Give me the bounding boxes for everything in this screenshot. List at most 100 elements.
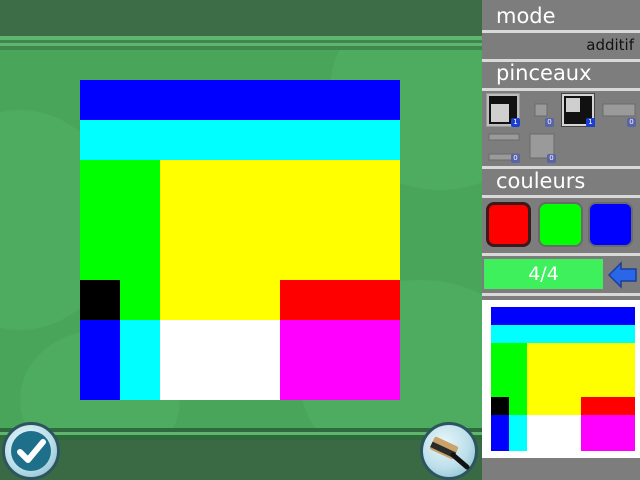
grid-cell-blue <box>80 320 120 360</box>
grid-cell-yellow <box>200 160 240 200</box>
grid-cell-yellow <box>280 160 320 200</box>
brush-count-badge: 1 <box>586 118 595 127</box>
grid-cell-cyan <box>509 415 527 433</box>
grid-cell-cyan <box>563 325 581 343</box>
grid-cell-cyan <box>509 325 527 343</box>
grid-cell-white <box>527 433 545 451</box>
moves-counter: 4/4 <box>484 259 603 289</box>
grid-cell-green <box>120 160 160 200</box>
grid-cell-blue <box>599 307 617 325</box>
mode-title: mode <box>496 4 556 28</box>
grid-cell-black <box>80 280 120 320</box>
top-band <box>0 0 482 36</box>
grid-cell-yellow <box>581 361 599 397</box>
divider <box>482 253 640 256</box>
grid-cell-blue <box>581 307 599 325</box>
grid-cell-white <box>527 415 545 433</box>
grid-cell-blue <box>80 360 120 400</box>
brush-tool-button[interactable] <box>420 422 478 480</box>
mode-value[interactable]: additif <box>586 36 634 54</box>
grid-cell-magenta <box>617 415 635 433</box>
grid-cell-yellow <box>527 397 545 415</box>
bottom-band <box>0 440 482 480</box>
grid-cell-blue <box>320 80 360 120</box>
grid-cell-yellow <box>240 200 280 280</box>
grid-cell-yellow <box>320 200 360 280</box>
grid-cell-blue <box>200 80 240 120</box>
grid-cell-green <box>491 361 509 397</box>
grid-cell-yellow <box>545 343 563 361</box>
grid-cell-yellow <box>563 343 581 361</box>
bottom-stripe <box>0 428 482 440</box>
grid-cell-cyan <box>599 325 617 343</box>
paintbrush-icon <box>429 436 470 470</box>
grid-cell-magenta <box>581 415 599 433</box>
grid-cell-yellow <box>617 361 635 397</box>
back-arrow-icon <box>607 261 637 289</box>
undo-button[interactable] <box>606 258 640 292</box>
grid-cell-yellow <box>240 280 280 320</box>
grid-cell-blue <box>509 307 527 325</box>
grid-cell-yellow <box>545 361 563 397</box>
grid-cell-magenta <box>320 360 360 400</box>
grid-cell-cyan <box>617 325 635 343</box>
grid-cell-cyan <box>491 325 509 343</box>
grid-cell-yellow <box>160 200 200 280</box>
grid-cell-magenta <box>617 433 635 451</box>
grid-cell-blue <box>360 80 400 120</box>
grid-cell-yellow <box>581 343 599 361</box>
color-swatch-blue[interactable] <box>588 202 633 247</box>
grid-cell-blue <box>80 80 120 120</box>
grid-cell-blue <box>280 80 320 120</box>
colors-title: couleurs <box>496 169 586 193</box>
grid-cell-magenta <box>280 360 320 400</box>
grid-cell-cyan <box>160 120 200 160</box>
grid-cell-blue <box>491 307 509 325</box>
game-screen: mode additif pinceaux 1 0 1 0 0 0 couleu… <box>0 0 640 480</box>
brush-option[interactable]: 0 <box>526 129 556 163</box>
grid-cell-red <box>617 397 635 415</box>
grid-cell-magenta <box>320 320 360 360</box>
grid-cell-yellow <box>563 361 581 397</box>
grid-cell-yellow <box>320 160 360 200</box>
brush-option-selected[interactable]: 1 <box>561 93 595 127</box>
brush-count-badge: 1 <box>511 118 520 127</box>
grid-cell-green <box>120 200 160 280</box>
brush-count-badge: 0 <box>545 118 554 127</box>
grid-cell-green <box>509 361 527 397</box>
grid-cell-white <box>240 320 280 360</box>
grid-cell-blue <box>617 307 635 325</box>
grid-cell-cyan <box>360 120 400 160</box>
grid-cell-red <box>280 280 320 320</box>
grid-cell-blue <box>491 433 509 451</box>
color-swatch-red[interactable] <box>486 202 531 247</box>
grid-cell-white <box>160 360 200 400</box>
validate-button[interactable] <box>2 422 60 480</box>
grid-cell-magenta <box>280 320 320 360</box>
grid-cell-white <box>545 433 563 451</box>
grid-cell-blue <box>527 307 545 325</box>
grid-cell-green <box>80 200 120 280</box>
grid-cell-white <box>200 320 240 360</box>
grid-cell-yellow <box>240 160 280 200</box>
grid-cell-red <box>360 280 400 320</box>
grid-cell-yellow <box>599 343 617 361</box>
brush-option[interactable]: 0 <box>600 93 636 127</box>
grid-cell-green <box>509 397 527 415</box>
brushes-title: pinceaux <box>496 61 592 85</box>
brush-option[interactable]: 0 <box>486 129 520 163</box>
grid-cell-cyan <box>280 120 320 160</box>
grid-cell-cyan <box>527 325 545 343</box>
grid-cell-cyan <box>200 120 240 160</box>
brush-option[interactable]: 1 <box>486 93 520 127</box>
paint-grid[interactable] <box>80 80 400 400</box>
grid-cell-magenta <box>599 415 617 433</box>
grid-cell-cyan <box>120 360 160 400</box>
brush-option[interactable]: 0 <box>526 93 554 127</box>
top-stripe <box>0 36 482 50</box>
divider <box>482 88 640 91</box>
grid-cell-yellow <box>200 280 240 320</box>
play-area <box>0 0 482 480</box>
color-swatch-green[interactable] <box>538 202 583 247</box>
grid-cell-cyan <box>581 325 599 343</box>
